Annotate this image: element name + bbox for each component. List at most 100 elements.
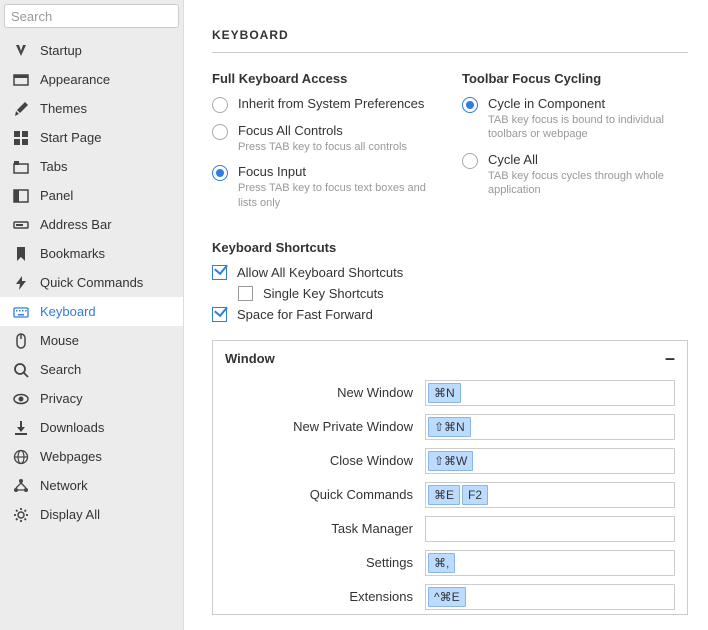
shortcut-key: ^⌘E bbox=[428, 587, 466, 607]
sidebar-item-label: Tabs bbox=[40, 159, 67, 174]
panel-icon bbox=[12, 187, 30, 205]
shortcut-row: Settings⌘, bbox=[213, 546, 687, 580]
mouse-icon bbox=[12, 332, 30, 350]
shortcut-checks: Allow All Keyboard Shortcuts Single Key S… bbox=[212, 265, 688, 322]
sidebar-item-label: Display All bbox=[40, 507, 100, 522]
sidebar-item-start-page[interactable]: Start Page bbox=[0, 123, 183, 152]
sidebar-item-label: Themes bbox=[40, 101, 87, 116]
checkbox-box bbox=[238, 286, 253, 301]
search-input[interactable] bbox=[4, 4, 179, 28]
sidebar-item-keyboard[interactable]: Keyboard bbox=[0, 297, 183, 326]
sidebar-item-address-bar[interactable]: Address Bar bbox=[0, 210, 183, 239]
collapse-icon[interactable]: – bbox=[665, 353, 675, 363]
sidebar-item-network[interactable]: Network bbox=[0, 471, 183, 500]
checkbox-label: Space for Fast Forward bbox=[237, 307, 373, 322]
radio-option[interactable]: Focus Input Press TAB key to focus text b… bbox=[212, 164, 438, 210]
sidebar-item-startup[interactable]: Startup bbox=[0, 36, 183, 65]
sidebar-item-privacy[interactable]: Privacy bbox=[0, 384, 183, 413]
sidebar-item-display-all[interactable]: Display All bbox=[0, 500, 183, 529]
group-header[interactable]: Window – bbox=[213, 341, 687, 376]
bookmark-icon bbox=[12, 245, 30, 263]
options-columns: Full Keyboard Access Inherit from System… bbox=[212, 71, 688, 220]
gear-icon bbox=[12, 506, 30, 524]
checkbox-label: Single Key Shortcuts bbox=[263, 286, 384, 301]
shortcut-input[interactable]: ⇧⌘W bbox=[425, 448, 675, 474]
full-access-section: Full Keyboard Access Inherit from System… bbox=[212, 71, 438, 220]
sidebar-item-label: Keyboard bbox=[40, 304, 96, 319]
shortcut-label: Quick Commands bbox=[225, 487, 425, 502]
radio-option[interactable]: Cycle AllTAB key focus cycles through wh… bbox=[462, 152, 688, 198]
main-panel: KEYBOARD Full Keyboard Access Inherit fr… bbox=[184, 0, 708, 630]
shortcut-key: F2 bbox=[462, 485, 488, 505]
shortcut-row: New Window⌘N bbox=[213, 376, 687, 410]
search-icon bbox=[12, 361, 30, 379]
shortcut-input[interactable]: ⌘N bbox=[425, 380, 675, 406]
shortcut-input[interactable] bbox=[425, 516, 675, 542]
shortcut-key: ⌘, bbox=[428, 553, 455, 573]
sidebar-item-bookmarks[interactable]: Bookmarks bbox=[0, 239, 183, 268]
shortcut-key: ⇧⌘W bbox=[428, 451, 473, 471]
radio-dot bbox=[212, 97, 228, 113]
tabs-icon bbox=[12, 158, 30, 176]
sidebar-item-themes[interactable]: Themes bbox=[0, 94, 183, 123]
radio-option[interactable]: Focus All Controls Press TAB key to focus… bbox=[212, 123, 438, 154]
checkbox-box bbox=[212, 307, 227, 322]
shortcut-input[interactable]: ⌘EF2 bbox=[425, 482, 675, 508]
radio-desc: TAB key focus is bound to individual too… bbox=[488, 113, 688, 142]
shortcut-key: ⌘E bbox=[428, 485, 460, 505]
sidebar-item-label: Quick Commands bbox=[40, 275, 143, 290]
radio-option[interactable]: Cycle in Component TAB key focus is bound… bbox=[462, 96, 688, 142]
sidebar-item-label: Downloads bbox=[40, 420, 104, 435]
sidebar-item-search[interactable]: Search bbox=[0, 355, 183, 384]
sidebar-item-label: Network bbox=[40, 478, 88, 493]
sidebar-item-label: Webpages bbox=[40, 449, 102, 464]
checkbox-option[interactable]: Space for Fast Forward bbox=[212, 307, 688, 322]
shortcut-input[interactable]: ⇧⌘N bbox=[425, 414, 675, 440]
group-title: Window bbox=[225, 351, 275, 366]
shortcut-label: Settings bbox=[225, 555, 425, 570]
sidebar-item-panel[interactable]: Panel bbox=[0, 181, 183, 210]
radio-label: Focus Input bbox=[238, 164, 438, 179]
shortcut-label: Extensions bbox=[225, 589, 425, 604]
brush-icon bbox=[12, 100, 30, 118]
radio-option[interactable]: Inherit from System Preferences bbox=[212, 96, 438, 113]
sidebar-item-appearance[interactable]: Appearance bbox=[0, 65, 183, 94]
shortcut-label: Close Window bbox=[225, 453, 425, 468]
sidebar-item-webpages[interactable]: Webpages bbox=[0, 442, 183, 471]
sidebar: Startup Appearance Themes Start Page Tabs Pan… bbox=[0, 0, 184, 630]
sidebar-item-mouse[interactable]: Mouse bbox=[0, 326, 183, 355]
download-icon bbox=[12, 419, 30, 437]
shortcut-input[interactable]: ⌘, bbox=[425, 550, 675, 576]
sidebar-item-label: Privacy bbox=[40, 391, 83, 406]
sidebar-item-quick-commands[interactable]: Quick Commands bbox=[0, 268, 183, 297]
sidebar-item-label: Search bbox=[40, 362, 81, 377]
sidebar-item-label: Panel bbox=[40, 188, 73, 203]
shortcut-label: Task Manager bbox=[225, 521, 425, 536]
sidebar-nav: Startup Appearance Themes Start Page Tabs Pan… bbox=[0, 32, 183, 630]
radio-label: Focus All Controls bbox=[238, 123, 438, 138]
search-container bbox=[4, 4, 179, 28]
checkbox-label: Allow All Keyboard Shortcuts bbox=[237, 265, 403, 280]
checkbox-option[interactable]: Allow All Keyboard Shortcuts bbox=[212, 265, 688, 280]
full-access-title: Full Keyboard Access bbox=[212, 71, 438, 86]
shortcut-label: New Window bbox=[225, 385, 425, 400]
radio-dot bbox=[462, 97, 478, 113]
radio-dot bbox=[212, 124, 228, 140]
checkbox-box bbox=[212, 265, 227, 280]
sidebar-item-label: Address Bar bbox=[40, 217, 112, 232]
grid-icon bbox=[12, 129, 30, 147]
address-icon bbox=[12, 216, 30, 234]
radio-desc: Press TAB key to focus text boxes and li… bbox=[238, 181, 438, 210]
radio-label: Inherit from System Preferences bbox=[238, 96, 438, 111]
keyboard-icon bbox=[12, 303, 30, 321]
radio-desc: Press TAB key to focus all controls bbox=[238, 140, 438, 154]
sidebar-item-label: Startup bbox=[40, 43, 82, 58]
sidebar-item-downloads[interactable]: Downloads bbox=[0, 413, 183, 442]
sidebar-item-label: Mouse bbox=[40, 333, 79, 348]
toolbar-cycling-section: Toolbar Focus Cycling Cycle in Component… bbox=[462, 71, 688, 220]
sidebar-item-label: Start Page bbox=[40, 130, 101, 145]
radio-label: Cycle in Component bbox=[488, 96, 688, 111]
shortcut-input[interactable]: ^⌘E bbox=[425, 584, 675, 610]
checkbox-option[interactable]: Single Key Shortcuts bbox=[238, 286, 688, 301]
sidebar-item-tabs[interactable]: Tabs bbox=[0, 152, 183, 181]
